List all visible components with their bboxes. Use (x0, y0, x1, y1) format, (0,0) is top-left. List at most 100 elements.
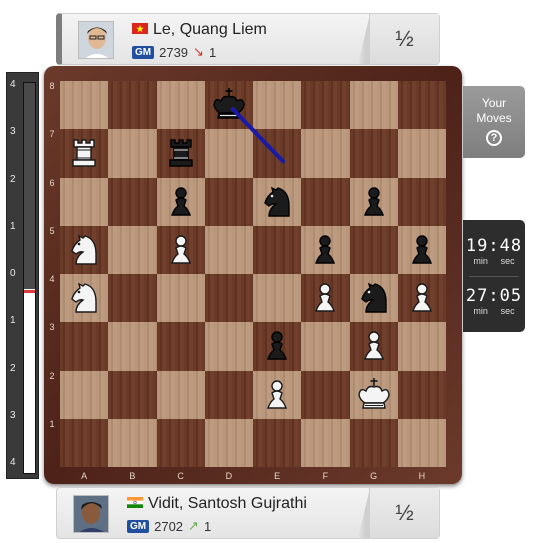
eval-tick-label: 2 (10, 173, 16, 185)
square-d1[interactable] (204, 418, 253, 467)
file-label: D (225, 471, 233, 481)
square-b8[interactable] (108, 81, 157, 130)
square-b4[interactable] (108, 274, 157, 323)
square-a8[interactable] (60, 81, 109, 130)
rank-label: 6 (49, 177, 55, 188)
square-d3[interactable] (204, 322, 253, 371)
clocks-panel: 19:48 min sec 27:05 min sec (463, 220, 525, 332)
square-f1[interactable] (301, 418, 350, 467)
top-player-panel: Le, Quang Liem GM 2739 ↘ 1 ½ (56, 13, 440, 65)
square-b1[interactable] (108, 418, 157, 467)
white-pawn-icon[interactable] (402, 278, 442, 318)
square-b3[interactable] (108, 322, 157, 371)
black-knight-icon[interactable] (257, 182, 297, 222)
your-moves-label-1: Your (481, 96, 507, 110)
vietnam-flag-icon (132, 21, 148, 39)
square-b5[interactable] (108, 225, 157, 274)
square-h7[interactable] (397, 129, 446, 178)
square-c2[interactable] (156, 370, 205, 419)
black-rook-icon[interactable] (161, 133, 201, 173)
square-g5[interactable] (349, 225, 398, 274)
evaluation-bar: 4 3 2 1 0 1 2 3 4 (6, 72, 39, 479)
square-g8[interactable] (349, 81, 398, 130)
square-b6[interactable] (108, 177, 157, 226)
square-h2[interactable] (397, 370, 446, 419)
eval-tick-label: 1 (10, 220, 16, 232)
square-g1[interactable] (349, 418, 398, 467)
square-e1[interactable] (253, 418, 302, 467)
black-knight-icon[interactable] (354, 278, 394, 318)
black-pawn-icon[interactable] (161, 182, 201, 222)
square-f3[interactable] (301, 322, 350, 371)
square-c8[interactable] (156, 81, 205, 130)
square-a2[interactable] (60, 370, 109, 419)
evaluation-zero-marker (24, 289, 35, 293)
square-c3[interactable] (156, 322, 205, 371)
white-pawn-icon[interactable] (354, 326, 394, 366)
bottom-clock-unit-sec: sec (500, 306, 515, 316)
eval-tick-label: 1 (10, 315, 16, 327)
square-e4[interactable] (253, 274, 302, 323)
square-h3[interactable] (397, 322, 446, 371)
white-pawn-icon[interactable] (305, 278, 345, 318)
bottom-clock-unit-min: min (473, 306, 488, 316)
square-d4[interactable] (204, 274, 253, 323)
white-pawn-icon[interactable] (257, 375, 297, 415)
bottom-player-rating-change: 1 (203, 518, 212, 534)
square-b2[interactable] (108, 370, 157, 419)
square-f7[interactable] (301, 129, 350, 178)
square-g7[interactable] (349, 129, 398, 178)
rank-label: 7 (49, 129, 55, 140)
your-moves-button[interactable]: Your Moves ? (463, 86, 525, 158)
bottom-clock-time: 27:05 (465, 286, 523, 306)
top-player-result: ½ (369, 14, 439, 64)
bottom-player-panel: Vidit, Santosh Gujrathi GM 2702 ↗ 1 ½ (56, 487, 440, 539)
top-player-name[interactable]: Le, Quang Liem (153, 21, 267, 39)
white-knight-icon[interactable] (64, 278, 104, 318)
top-player-rating-change: 1 (208, 44, 217, 60)
square-d5[interactable] (204, 225, 253, 274)
square-e8[interactable] (253, 81, 302, 130)
clock-divider (469, 276, 519, 277)
eval-tick-label: 3 (10, 409, 16, 421)
bottom-player-name[interactable]: Vidit, Santosh Gujrathi (148, 495, 307, 513)
white-knight-icon[interactable] (64, 230, 104, 270)
square-h8[interactable] (397, 81, 446, 130)
rating-up-arrow-icon: ↗ (188, 518, 199, 533)
black-pawn-icon[interactable] (257, 326, 297, 366)
square-d7[interactable] (204, 129, 253, 178)
bottom-player-rating: 2702 (154, 518, 184, 534)
top-player-clock: 19:48 min sec (463, 228, 525, 274)
square-c1[interactable] (156, 418, 205, 467)
black-pawn-icon[interactable] (305, 230, 345, 270)
square-h6[interactable] (397, 177, 446, 226)
black-pawn-icon[interactable] (402, 230, 442, 270)
file-label: H (418, 471, 426, 481)
file-label: B (129, 471, 136, 481)
square-c4[interactable] (156, 274, 205, 323)
square-f2[interactable] (301, 370, 350, 419)
square-e7[interactable] (253, 129, 302, 178)
rank-label: 3 (49, 322, 55, 333)
square-d2[interactable] (204, 370, 253, 419)
square-b7[interactable] (108, 129, 157, 178)
black-pawn-icon[interactable] (354, 182, 394, 222)
black-king-icon[interactable] (209, 85, 249, 125)
file-label: G (370, 471, 378, 481)
square-f8[interactable] (301, 81, 350, 130)
eval-tick-label: 4 (10, 457, 16, 468)
top-clock-unit-min: min (473, 256, 488, 266)
chess-viewer: Le, Quang Liem GM 2739 ↘ 1 ½ 4 3 2 1 0 1 2 3 4 8… (0, 0, 547, 543)
square-a1[interactable] (60, 418, 109, 467)
white-pawn-icon[interactable] (161, 230, 201, 270)
square-d6[interactable] (204, 177, 253, 226)
white-king-icon[interactable] (354, 375, 394, 415)
square-h1[interactable] (397, 418, 446, 467)
top-player-avatar (78, 21, 114, 59)
square-a3[interactable] (60, 322, 109, 371)
square-a6[interactable] (60, 177, 109, 226)
white-rook-icon[interactable] (64, 133, 104, 173)
bottom-player-avatar (73, 495, 109, 533)
square-e5[interactable] (253, 225, 302, 274)
square-f6[interactable] (301, 177, 350, 226)
